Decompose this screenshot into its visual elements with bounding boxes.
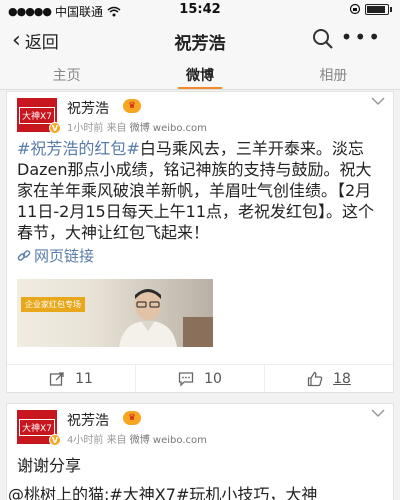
like-count: 18 [333,370,351,387]
post-username[interactable]: 祝芳浩 [67,98,109,118]
post-source: 微博 weibo.com [129,123,207,134]
avatar-text: 大神X7 [19,418,55,436]
post-time: 4小时前 [67,435,104,446]
search-icon[interactable] [312,28,334,50]
post-text: #祝芳浩的红包#白马乘风去，三羊开泰来。淡忘Dazen那点小成绩，铭记神族的支持… [7,138,393,243]
battery-icon [365,3,389,15]
rotation-lock-icon [349,3,361,15]
like-button[interactable]: 18 [264,365,393,392]
tab-home[interactable]: 主页 [0,60,133,89]
repost-button[interactable]: 11 [7,365,135,392]
member-crown-icon: ♛ [123,411,141,425]
post-image[interactable]: 企业家红包专场 [17,279,213,347]
status-right [349,3,392,15]
battery-tip [390,6,392,12]
post-text-line1: 白马乘风去，三羊开泰 [139,139,300,158]
repost-count: 11 [75,370,93,387]
post-meta: 1小时前 来自 微博 weibo.com [67,119,207,134]
weibo-post[interactable]: 大神X7 V 祝芳浩 ♛ 1小时前 来自 微博 weibo.com #祝芳浩的红… [6,91,394,393]
post-username[interactable]: 祝芳浩 [67,410,109,430]
thumbs-up-icon [307,371,323,386]
repost-icon [49,371,64,386]
chevron-down-icon[interactable] [371,408,385,418]
tab-weibo[interactable]: 微博 [133,60,266,89]
avatar-text: 大神X7 [19,106,55,124]
background-chair [183,317,213,347]
web-link-label: 网页链接 [34,247,95,265]
next-post-preview: @桃树上的猫:#大神X7#玩机小技巧，大神 [8,485,318,500]
post-text: 谢谢分享 [17,456,82,475]
tab-album[interactable]: 相册 [267,60,400,89]
source-prefix: 来自 [106,123,127,134]
post-time: 1小时前 [67,123,104,134]
source-prefix: 来自 [106,435,127,446]
status-bar: ●●●●● 中国联通 15:42 [0,0,400,20]
comment-icon [178,371,194,387]
post-header: 大神X7 V 祝芳浩 ♛ 1小时前 来自 微博 weibo.com [7,92,393,138]
navigation-bar: ‹ 返回 祝芳浩 ••• [0,20,400,60]
topic-link[interactable]: #祝芳浩的红包# [17,139,140,158]
more-options-icon[interactable]: ••• [341,25,382,49]
image-tag: 企业家红包专场 [21,297,85,312]
comment-count: 10 [204,370,222,387]
member-crown-icon: ♛ [123,99,141,113]
verified-badge-icon: V [49,434,61,446]
status-time: 15:42 [179,2,221,17]
verified-badge-icon: V [49,122,61,134]
profile-tabs: 主页 微博 相册 [0,60,400,90]
comment-button[interactable]: 10 [135,365,264,392]
post-meta: 4小时前 来自 微博 weibo.com [67,431,207,446]
post-source: 微博 weibo.com [129,435,207,446]
post-header: 大神X7 V 祝芳浩 ♛ 4小时前 来自 微博 weibo.com [7,404,393,450]
chevron-down-icon[interactable] [371,96,385,106]
post-actions: 11 10 18 [7,364,393,392]
web-link[interactable]: 网页链接 [7,243,393,266]
link-icon [17,249,31,261]
person-photo [119,289,177,347]
